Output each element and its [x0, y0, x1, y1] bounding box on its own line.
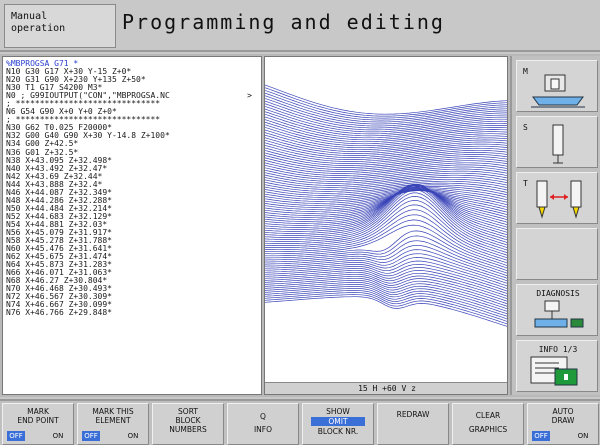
diagnosis-button[interactable]: DIAGNOSIS	[516, 284, 598, 336]
program-listing[interactable]: %MBPROGSA G71 * N10 G30 G17 X+30 Y-15 Z+0…	[2, 56, 262, 395]
softkey-line: DRAW	[551, 416, 575, 425]
sort-block-numbers-softkey[interactable]: SORT BLOCK NUMBERS	[152, 403, 224, 445]
toolpath-line	[265, 284, 507, 312]
s-spindle-button[interactable]: S	[516, 116, 598, 168]
softkey-active-option: OMIT	[311, 417, 365, 426]
softkey-line: REDRAW	[396, 410, 430, 419]
info-window-icon	[530, 356, 578, 386]
vertical-softkey-bar: M S T DIAGNOSIS INFO 1/3	[510, 56, 600, 395]
softkey-line: AUTO	[552, 407, 574, 416]
t-tool-button[interactable]: T	[516, 172, 598, 224]
toggle-off: OFF	[82, 431, 100, 441]
graphics-window[interactable]: 15 H +60 V z	[264, 56, 508, 395]
toggle-on: ON	[577, 432, 589, 440]
softkey-line: INFO	[253, 425, 273, 434]
operating-mode-box[interactable]: Manual operation	[4, 4, 116, 48]
softkey-line: SORT	[178, 407, 198, 416]
softkey-line: BLOCK	[175, 416, 201, 425]
mode-line-2: operation	[11, 23, 66, 34]
empty-softkey[interactable]	[516, 228, 598, 280]
softkey-line: SHOW	[326, 407, 350, 416]
toolpath-lines	[265, 84, 507, 327]
auto-draw-toggle: OFF ON	[532, 431, 596, 441]
clear-graphics-softkey[interactable]: CLEAR GRAPHICS	[452, 403, 524, 445]
header-bar: Manual operation Programming and editing	[0, 0, 600, 52]
toolpath-line	[265, 134, 507, 153]
softkey-line: BLOCK NR.	[317, 427, 359, 436]
tool-change-icon	[536, 180, 582, 219]
softkey-row: MARK END POINT OFF ON MARK THIS ELEMENT …	[0, 399, 600, 445]
softkey-line: MARK	[27, 407, 49, 416]
page-title: Programming and editing	[122, 10, 445, 34]
toggle-on: ON	[52, 432, 64, 440]
softkey-line: Q	[260, 412, 266, 421]
toggle-on: ON	[127, 432, 139, 440]
diagnosis-icon	[534, 300, 584, 328]
info-button[interactable]: INFO 1/3	[516, 340, 598, 392]
mark-end-point-toggle: OFF ON	[7, 431, 71, 441]
m-function-button[interactable]: M	[516, 60, 598, 112]
main-area: %MBPROGSA G71 * N10 G30 G17 X+30 Y-15 Z+0…	[0, 54, 600, 397]
spindle-icon	[552, 124, 564, 164]
softkey-line: ELEMENT	[95, 416, 131, 425]
toggle-off: OFF	[532, 431, 550, 441]
mark-this-element-toggle: OFF ON	[82, 431, 146, 441]
view-status-bar: 15 H +60 V z	[265, 382, 507, 394]
softkey-line: MARK THIS	[92, 407, 134, 416]
softkey-line: CLEAR	[475, 411, 501, 420]
toolpath-plot	[265, 84, 507, 327]
program-line[interactable]: N76 X+46.766 Z+29.848*	[6, 309, 258, 317]
machine-table-icon	[531, 74, 585, 108]
mark-end-point-softkey[interactable]: MARK END POINT OFF ON	[2, 403, 74, 445]
redraw-softkey[interactable]: REDRAW	[377, 403, 449, 445]
softkey-line: NUMBERS	[169, 425, 207, 434]
mark-this-element-softkey[interactable]: MARK THIS ELEMENT OFF ON	[77, 403, 149, 445]
softkey-line: END POINT	[17, 416, 59, 425]
mode-line-1: Manual	[11, 11, 48, 22]
softkey-line: GRAPHICS	[468, 425, 508, 434]
line-continues-arrow: >	[247, 91, 252, 101]
auto-draw-softkey[interactable]: AUTO DRAW OFF ON	[527, 403, 599, 445]
q-info-softkey[interactable]: Q INFO	[227, 403, 299, 445]
toggle-off: OFF	[7, 431, 25, 441]
program-line[interactable]: N0 ; G99IOUTPUT("CON","MBPROGSA.NC >	[6, 92, 258, 100]
show-omit-block-nr-softkey[interactable]: SHOW OMIT BLOCK NR.	[302, 403, 374, 445]
